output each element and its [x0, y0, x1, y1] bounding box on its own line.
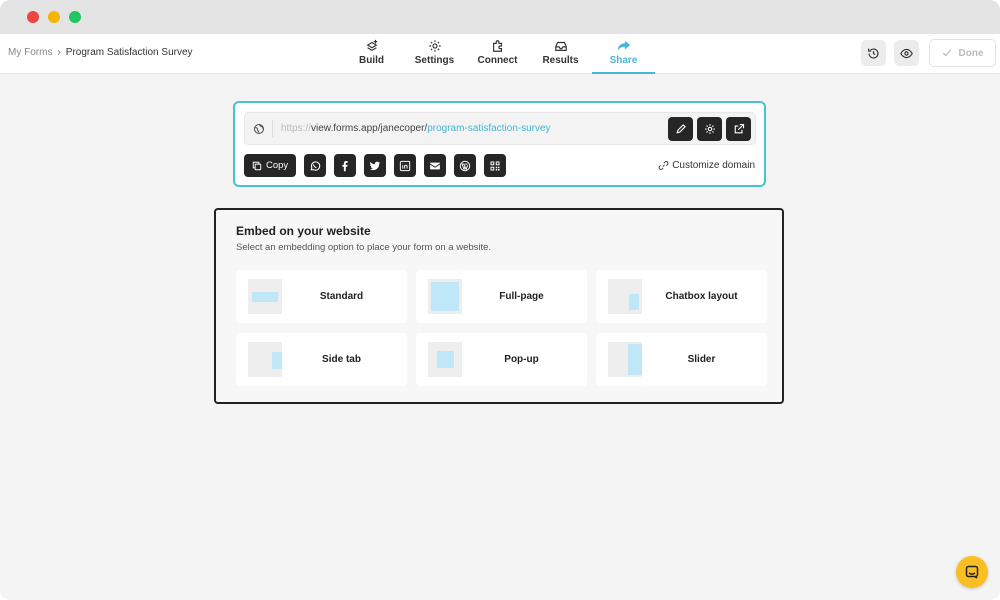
- customize-domain-link[interactable]: Customize domain: [658, 160, 755, 171]
- full-page-thumbnail: [428, 279, 462, 314]
- done-button[interactable]: Done: [929, 39, 996, 67]
- copy-icon: [252, 161, 262, 170]
- standard-thumbnail: [248, 279, 282, 314]
- tab-share[interactable]: Share: [592, 34, 655, 74]
- pencil-icon: [675, 124, 686, 134]
- tab-results[interactable]: Results: [529, 34, 592, 74]
- url-settings-button[interactable]: [697, 117, 722, 141]
- puzzle-icon: [492, 40, 502, 52]
- facebook-share-button[interactable]: [334, 154, 357, 177]
- twitter-icon: [369, 161, 381, 170]
- tab-build-label: Build: [359, 55, 384, 66]
- top-header: My Forms › Program Satisfaction Survey B…: [0, 34, 1000, 74]
- link-icon: [658, 161, 669, 170]
- tab-share-label: Share: [609, 55, 638, 66]
- inbox-icon: [554, 41, 567, 51]
- wordpress-icon: [459, 160, 471, 171]
- chatbox-thumbnail: [608, 279, 642, 314]
- embed-panel: Embed on your website Select an embeddin…: [214, 208, 784, 404]
- minimize-window-button[interactable]: [48, 11, 60, 23]
- tab-connect[interactable]: Connect: [466, 34, 529, 74]
- qr-code-icon: [490, 161, 500, 170]
- check-icon: [942, 49, 951, 57]
- edit-url-button[interactable]: [668, 117, 693, 141]
- side-tab-thumbnail: [248, 342, 282, 377]
- facebook-icon: [342, 160, 348, 171]
- chat-icon: [965, 565, 979, 579]
- embed-option-slider[interactable]: Slider: [596, 333, 767, 386]
- embed-subtitle: Select an embedding option to place your…: [236, 242, 492, 253]
- eye-icon: [900, 48, 913, 58]
- customize-label: Customize domain: [672, 160, 755, 171]
- open-link-button[interactable]: [726, 117, 751, 141]
- copy-label: Copy: [266, 160, 289, 171]
- linkedin-share-button[interactable]: [394, 154, 417, 177]
- embed-option-full-page[interactable]: Full-page: [416, 270, 587, 323]
- wordpress-share-button[interactable]: [454, 154, 477, 177]
- slider-thumbnail: [608, 342, 642, 377]
- embed-option-pop-up[interactable]: Pop-up: [416, 333, 587, 386]
- email-share-button[interactable]: [424, 154, 447, 177]
- share-link-card: https://view.forms.app/janecoper/program…: [233, 101, 766, 187]
- tab-results-label: Results: [542, 55, 579, 66]
- linkedin-icon: [400, 160, 411, 171]
- url-actions: [668, 117, 751, 141]
- copy-link-button[interactable]: Copy: [244, 154, 297, 177]
- share-buttons-row: Copy: [244, 154, 507, 177]
- whatsapp-share-button[interactable]: [304, 154, 327, 177]
- share-icon: [617, 40, 630, 51]
- mail-icon: [430, 162, 441, 169]
- done-label: Done: [958, 47, 984, 59]
- url-protocol: https://: [281, 123, 312, 134]
- embed-option-side-tab[interactable]: Side tab: [236, 333, 407, 386]
- gear-icon: [704, 124, 715, 134]
- globe-icon: [245, 120, 273, 137]
- external-link-icon: [734, 123, 744, 134]
- breadcrumb-my-forms[interactable]: My Forms: [8, 47, 52, 58]
- maximize-window-button[interactable]: [69, 11, 81, 23]
- breadcrumb-separator: ›: [57, 47, 61, 58]
- form-url-bar: https://view.forms.app/janecoper/program…: [244, 112, 756, 145]
- tab-build[interactable]: Build: [340, 34, 403, 74]
- url-host: view.forms.app/janecoper/: [311, 123, 428, 134]
- tab-connect-label: Connect: [477, 55, 518, 66]
- app-window: My Forms › Program Satisfaction Survey B…: [0, 0, 1000, 600]
- history-icon: [868, 47, 879, 59]
- history-button[interactable]: [861, 40, 886, 66]
- breadcrumb-current-form: Program Satisfaction Survey: [65, 47, 193, 58]
- support-chat-button[interactable]: [956, 556, 988, 588]
- breadcrumb: My Forms › Program Satisfaction Survey: [8, 47, 193, 58]
- pop-up-thumbnail: [428, 342, 462, 377]
- form-url[interactable]: https://view.forms.app/janecoper/program…: [281, 123, 551, 134]
- qr-code-button[interactable]: [484, 154, 507, 177]
- title-bar: [0, 0, 1000, 34]
- embed-option-standard[interactable]: Standard: [236, 270, 407, 323]
- build-icon: [366, 39, 377, 52]
- embed-option-chatbox[interactable]: Chatbox layout: [596, 270, 767, 323]
- url-slug: program-satisfaction-survey: [427, 123, 551, 134]
- preview-button[interactable]: [894, 40, 919, 66]
- gear-icon: [428, 40, 441, 52]
- embed-options-grid: Standard Full-page Chatbox layout Side t…: [236, 270, 767, 386]
- whatsapp-icon: [310, 160, 321, 171]
- tab-settings[interactable]: Settings: [403, 34, 466, 74]
- twitter-share-button[interactable]: [364, 154, 387, 177]
- close-window-button[interactable]: [27, 11, 39, 23]
- tab-settings-label: Settings: [414, 55, 455, 66]
- embed-title: Embed on your website: [236, 224, 371, 238]
- main-tabs: Build Settings Connect Results Share: [340, 34, 655, 74]
